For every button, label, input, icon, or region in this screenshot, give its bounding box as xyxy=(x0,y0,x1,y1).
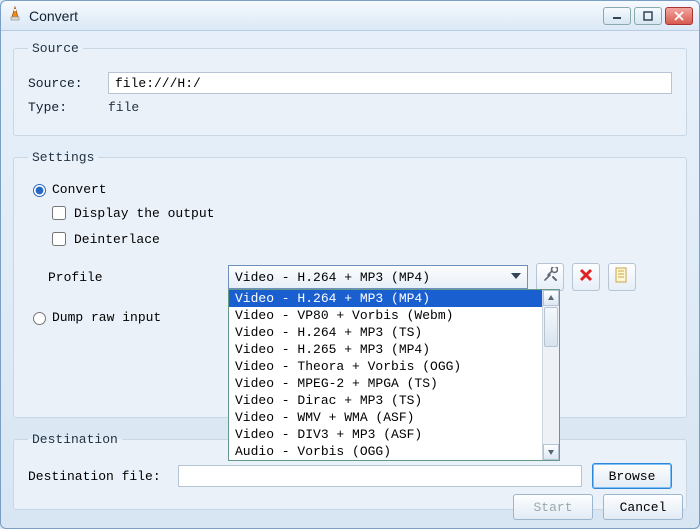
destination-file-label: Destination file: xyxy=(28,469,178,484)
destination-file-input[interactable] xyxy=(178,465,582,487)
content-area: Source Source: Type: file Settings Conve… xyxy=(1,31,699,528)
profile-option[interactable]: Video - DIV3 + MP3 (ASF) xyxy=(229,426,542,443)
profile-option[interactable]: Audio - Vorbis (OGG) xyxy=(229,443,542,460)
maximize-button[interactable] xyxy=(634,7,662,25)
deinterlace-label: Deinterlace xyxy=(74,232,160,247)
edit-profile-button[interactable] xyxy=(536,263,564,291)
delete-x-icon xyxy=(579,268,593,286)
profile-option[interactable]: Video - WMV + WMA (ASF) xyxy=(229,409,542,426)
profile-combobox[interactable]: Video - H.264 + MP3 (MP4) xyxy=(228,265,528,289)
source-input[interactable] xyxy=(108,72,672,94)
dump-raw-label: Dump raw input xyxy=(52,310,161,325)
profile-option[interactable]: Video - H.264 + MP3 (MP4) xyxy=(229,290,542,307)
footer-buttons: Start Cancel xyxy=(513,494,683,520)
source-label: Source: xyxy=(28,76,108,91)
dropdown-scrollbar[interactable] xyxy=(542,290,559,460)
scroll-up-icon[interactable] xyxy=(543,290,559,306)
deinterlace-checkbox[interactable] xyxy=(52,232,66,246)
profile-option[interactable]: Video - Dirac + MP3 (TS) xyxy=(229,392,542,409)
titlebar: Convert xyxy=(1,1,699,31)
dump-raw-radio[interactable] xyxy=(33,312,46,325)
profile-option[interactable]: Video - VP80 + Vorbis (Webm) xyxy=(229,307,542,324)
display-output-checkbox[interactable] xyxy=(52,206,66,220)
chevron-down-icon xyxy=(511,270,521,285)
start-button-label: Start xyxy=(533,500,572,515)
profile-dropdown: Video - H.264 + MP3 (MP4)Video - VP80 + … xyxy=(228,289,560,461)
close-button[interactable] xyxy=(665,7,693,25)
new-document-icon xyxy=(615,267,629,287)
window-root: Convert Source Source: Type: file Settin… xyxy=(0,0,700,529)
start-button[interactable]: Start xyxy=(513,494,593,520)
settings-legend: Settings xyxy=(28,150,98,165)
new-profile-button[interactable] xyxy=(608,263,636,291)
app-icon xyxy=(7,6,23,26)
delete-profile-button[interactable] xyxy=(572,263,600,291)
destination-legend: Destination xyxy=(28,432,122,447)
cancel-button-label: Cancel xyxy=(620,500,667,515)
convert-radio[interactable] xyxy=(33,184,46,197)
window-title: Convert xyxy=(29,8,600,24)
type-value: file xyxy=(108,100,139,115)
browse-button[interactable]: Browse xyxy=(592,463,672,489)
wrench-icon xyxy=(542,267,558,287)
browse-button-label: Browse xyxy=(609,469,656,484)
profile-option[interactable]: Video - Theora + Vorbis (OGG) xyxy=(229,358,542,375)
profile-option[interactable]: Video - H.264 + MP3 (TS) xyxy=(229,324,542,341)
settings-group: Settings Convert Display the output Dein… xyxy=(13,150,687,418)
source-legend: Source xyxy=(28,41,83,56)
type-label: Type: xyxy=(28,100,108,115)
cancel-button[interactable]: Cancel xyxy=(603,494,683,520)
profile-selected-value: Video - H.264 + MP3 (MP4) xyxy=(235,270,430,285)
source-group: Source Source: Type: file xyxy=(13,41,687,136)
scroll-down-icon[interactable] xyxy=(543,444,559,460)
profile-option-list: Video - H.264 + MP3 (MP4)Video - VP80 + … xyxy=(229,290,542,460)
profile-option[interactable]: Video - H.265 + MP3 (MP4) xyxy=(229,341,542,358)
convert-label: Convert xyxy=(52,182,107,197)
minimize-button[interactable] xyxy=(603,7,631,25)
profile-label: Profile xyxy=(48,270,228,285)
profile-option[interactable]: Video - MPEG-2 + MPGA (TS) xyxy=(229,375,542,392)
scroll-thumb[interactable] xyxy=(544,307,558,347)
display-output-label: Display the output xyxy=(74,206,214,221)
